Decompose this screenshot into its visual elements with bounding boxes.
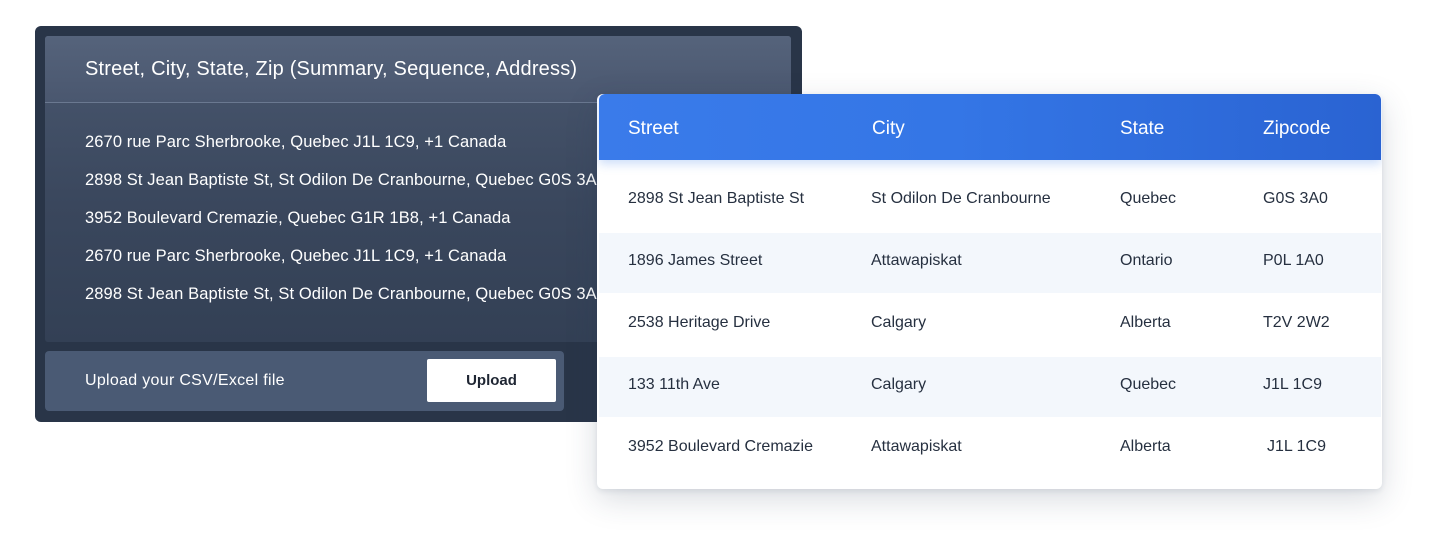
cell-city: Calgary [871,314,927,331]
table-row[interactable]: 3952 Boulevard Cremazie Attawapiskat Alb… [599,419,1381,479]
summary-address-line: 2898 St Jean Baptiste St, St Odilon De C… [85,285,607,303]
cell-zipcode: T2V 2W2 [1263,314,1330,331]
table-header: Street City State Zipcode [599,94,1381,160]
column-header-zipcode[interactable]: Zipcode [1263,118,1331,140]
summary-title-bar: Street, City, State, Zip (Summary, Seque… [45,36,791,103]
summary-address-list: 2670 rue Parc Sherbrooke, Quebec J1L 1C9… [85,132,606,322]
table-row[interactable]: 133 11th Ave Calgary Quebec J1L 1C9 [599,357,1381,417]
table-row[interactable]: 2898 St Jean Baptiste St St Odilon De Cr… [599,171,1381,231]
cell-city: St Odilon De Cranbourne [871,190,1051,207]
cell-city: Attawapiskat [871,438,962,455]
cell-state: Quebec [1120,376,1177,393]
cell-street: 133 11th Ave [628,376,720,393]
cell-state: Alberta [1120,438,1171,455]
cell-street: 1896 James Street [628,252,763,269]
cell-state: Quebec [1120,190,1177,207]
upload-bar: Upload your CSV/Excel file Upload [45,351,564,411]
upload-label: Upload your CSV/Excel file [85,372,285,389]
summary-address-line: 2898 St Jean Baptiste St, St Odilon De C… [85,171,607,189]
cell-zipcode: J1L 1C9 [1263,376,1322,393]
table-row[interactable]: 2538 Heritage Drive Calgary Alberta T2V … [599,295,1381,355]
table-row[interactable]: 1896 James Street Attawapiskat Ontario P… [599,233,1381,293]
cell-city: Calgary [871,376,927,393]
cell-street: 3952 Boulevard Cremazie [628,438,813,455]
column-header-street[interactable]: Street [628,118,679,140]
cell-state: Alberta [1120,314,1171,331]
summary-address-line: 2670 rue Parc Sherbrooke, Quebec J1L 1C9… [85,247,507,265]
address-table: Street City State Zipcode 2898 St Jean B… [597,94,1382,489]
cell-zipcode: G0S 3A0 [1263,190,1328,207]
column-header-state[interactable]: State [1120,118,1164,140]
summary-address-line: 2670 rue Parc Sherbrooke, Quebec J1L 1C9… [85,133,507,151]
upload-button[interactable]: Upload [427,359,556,402]
cell-state: Ontario [1120,252,1173,269]
cell-zipcode: J1L 1C9 [1267,438,1326,455]
cell-street: 2538 Heritage Drive [628,314,771,331]
summary-title: Street, City, State, Zip (Summary, Seque… [85,58,578,80]
cell-city: Attawapiskat [871,252,962,269]
cell-zipcode: P0L 1A0 [1263,252,1324,269]
summary-address-line: 3952 Boulevard Cremazie, Quebec G1R 1B8,… [85,209,511,227]
cell-street: 2898 St Jean Baptiste St [628,190,805,207]
column-header-city[interactable]: City [872,118,905,140]
